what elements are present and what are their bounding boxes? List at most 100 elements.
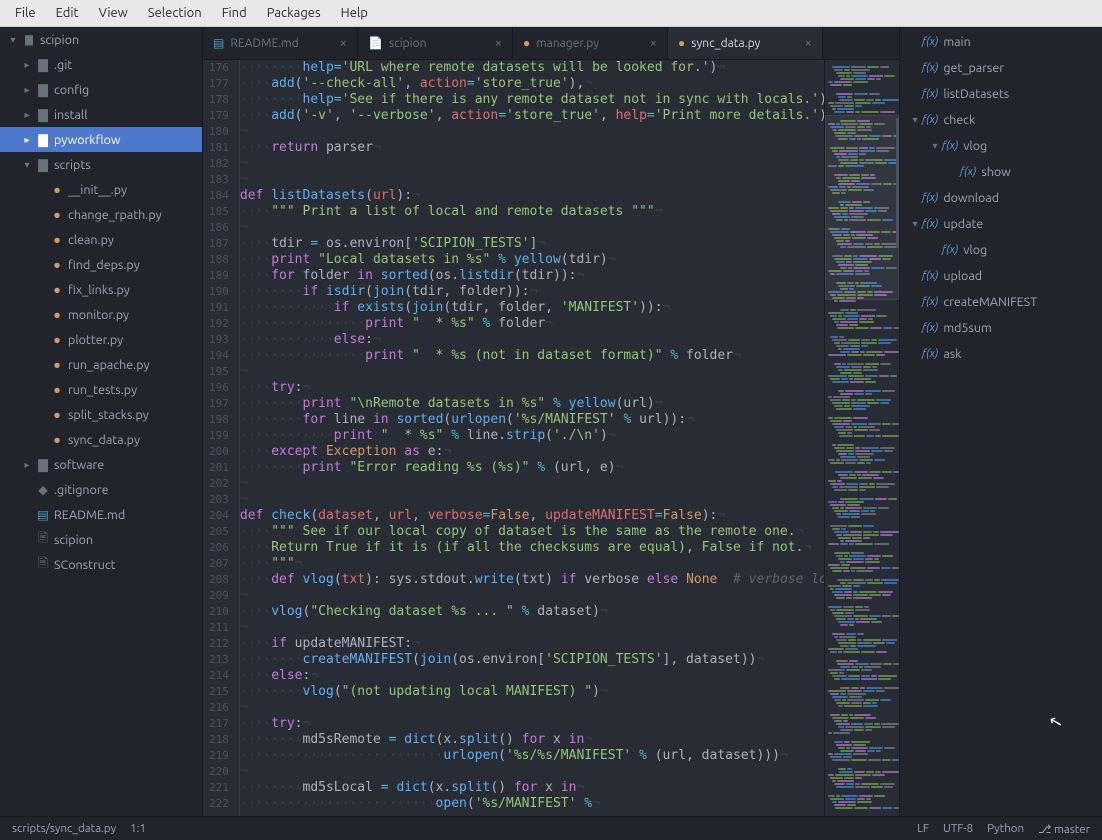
menu-edit[interactable]: Edit bbox=[46, 2, 89, 24]
code-line[interactable]: ¬ bbox=[240, 764, 824, 780]
tree-item-run-tests-py[interactable]: ●run_tests.py bbox=[0, 377, 202, 402]
tree-item-split-stacks-py[interactable]: ●split_stacks.py bbox=[0, 402, 202, 427]
menu-packages[interactable]: Packages bbox=[257, 2, 331, 24]
code-line[interactable]: ········createMANIFEST(join(os.environ['… bbox=[240, 652, 824, 668]
code-line[interactable]: ····for folder in sorted(os.listdir(tdir… bbox=[240, 268, 824, 284]
tree-item-readme-md[interactable]: ▤README.md bbox=[0, 502, 202, 527]
code-line[interactable]: ········print "Error reading %s (%s)" % … bbox=[240, 460, 824, 476]
menu-view[interactable]: View bbox=[89, 2, 138, 24]
tree-item-plotter-py[interactable]: ●plotter.py bbox=[0, 327, 202, 352]
minimap[interactable] bbox=[824, 60, 899, 816]
menu-help[interactable]: Help bbox=[331, 2, 378, 24]
tab-sync-data-py[interactable]: ●sync_data.py× bbox=[668, 27, 823, 59]
code-line[interactable]: ¬ bbox=[240, 620, 824, 636]
code-content[interactable]: ········help='URL where remote datasets … bbox=[240, 60, 824, 816]
code-line[interactable]: ¬ bbox=[240, 476, 824, 492]
tree-item--gitignore[interactable]: ◆.gitignore bbox=[0, 477, 202, 502]
status-language[interactable]: Python bbox=[987, 822, 1024, 835]
tab-readme-md[interactable]: ▤README.md× bbox=[203, 27, 358, 59]
code-line[interactable]: ········if isdir(join(tdir, folder)):¬ bbox=[240, 284, 824, 300]
code-line[interactable]: ················print " * %s (not in dat… bbox=[240, 348, 824, 364]
code-line[interactable]: ····try:¬ bbox=[240, 716, 824, 732]
code-line[interactable]: ········vlog("(not updating local MANIFE… bbox=[240, 684, 824, 700]
close-icon[interactable]: × bbox=[332, 36, 347, 50]
outline-item-vlog[interactable]: f(x)vlog bbox=[900, 237, 1102, 263]
tree-item-config[interactable]: ▸▇config bbox=[0, 77, 202, 102]
code-line[interactable]: ············else:¬ bbox=[240, 332, 824, 348]
code-line[interactable]: ····"""¬ bbox=[240, 556, 824, 572]
code-line[interactable]: ····return parser¬ bbox=[240, 140, 824, 156]
code-line[interactable]: ¬ bbox=[240, 364, 824, 380]
tree-item--init-py[interactable]: ●__init__.py bbox=[0, 177, 202, 202]
code-line[interactable]: ¬ bbox=[240, 156, 824, 172]
code-line[interactable]: ¬ bbox=[240, 124, 824, 140]
code-line[interactable]: ·························open('%s/MANIFE… bbox=[240, 796, 824, 812]
status-cursor-pos[interactable]: 1:1 bbox=[130, 822, 146, 835]
code-line[interactable]: ············if exists(join(tdir, folder,… bbox=[240, 300, 824, 316]
tree-item-scripts[interactable]: ▾▇scripts bbox=[0, 152, 202, 177]
tree-item-software[interactable]: ▸▇software bbox=[0, 452, 202, 477]
status-encoding[interactable]: UTF-8 bbox=[943, 822, 973, 835]
code-line[interactable]: ········md5sRemote = dict(x.split() for … bbox=[240, 732, 824, 748]
status-eol[interactable]: LF bbox=[917, 822, 929, 835]
tree-item-sconstruct[interactable]: 🖹SConstruct bbox=[0, 552, 202, 577]
code-line[interactable]: ····print "Local datasets in %s" % yello… bbox=[240, 252, 824, 268]
code-line[interactable]: ¬ bbox=[240, 492, 824, 508]
file-tree[interactable]: ▾▇scipion▸▇.git▸▇config▸▇install▸▇pywork… bbox=[0, 27, 203, 816]
outline-item-update[interactable]: ▾f(x)update bbox=[900, 211, 1102, 237]
code-line[interactable]: ········help='See if there is any remote… bbox=[240, 92, 824, 108]
code-line[interactable]: ····vlog("Checking dataset %s ... " % da… bbox=[240, 604, 824, 620]
code-line[interactable]: ¬ bbox=[240, 588, 824, 604]
code-line[interactable]: ····tdir = os.environ['SCIPION_TESTS']¬ bbox=[240, 236, 824, 252]
menu-selection[interactable]: Selection bbox=[138, 2, 212, 24]
code-line[interactable]: ····Return True if it is (if all the che… bbox=[240, 540, 824, 556]
outline-item-ask[interactable]: f(x)ask bbox=[900, 341, 1102, 367]
code-line[interactable]: ····else:¬ bbox=[240, 668, 824, 684]
symbol-outline[interactable]: f(x)mainf(x)get_parserf(x)listDatasets▾f… bbox=[899, 27, 1102, 816]
code-line[interactable]: def check(dataset, url, verbose=False, u… bbox=[240, 508, 824, 524]
outline-item-vlog[interactable]: ▾f(x)vlog bbox=[900, 133, 1102, 159]
code-line[interactable]: ····except Exception as e:¬ bbox=[240, 444, 824, 460]
menu-find[interactable]: Find bbox=[212, 2, 257, 24]
code-line[interactable]: ····""" See if our local copy of dataset… bbox=[240, 524, 824, 540]
outline-item-main[interactable]: f(x)main bbox=[900, 29, 1102, 55]
tree-item-change-rpath-py[interactable]: ●change_rpath.py bbox=[0, 202, 202, 227]
code-line[interactable]: ········for line in sorted(urlopen('%s/M… bbox=[240, 412, 824, 428]
tree-item-scipion[interactable]: ▾▇scipion bbox=[0, 27, 202, 52]
code-line[interactable]: ················print " * %s" % folder¬ bbox=[240, 316, 824, 332]
code-line[interactable]: ····try:¬ bbox=[240, 380, 824, 396]
outline-item-upload[interactable]: f(x)upload bbox=[900, 263, 1102, 289]
tree-item-find-deps-py[interactable]: ●find_deps.py bbox=[0, 252, 202, 277]
close-icon[interactable]: × bbox=[797, 36, 812, 50]
tree-item-run-apache-py[interactable]: ●run_apache.py bbox=[0, 352, 202, 377]
code-line[interactable]: ····add('-v', '--verbose', action='store… bbox=[240, 108, 824, 124]
code-line[interactable]: ····""" Print a list of local and remote… bbox=[240, 204, 824, 220]
code-line[interactable]: ········md5sLocal = dict(x.split() for x… bbox=[240, 780, 824, 796]
menu-file[interactable]: File bbox=[5, 2, 46, 24]
tree-item-fix-links-py[interactable]: ●fix_links.py bbox=[0, 277, 202, 302]
close-icon[interactable]: × bbox=[487, 36, 502, 50]
tree-item-clean-py[interactable]: ●clean.py bbox=[0, 227, 202, 252]
outline-item-createMANIFEST[interactable]: f(x)createMANIFEST bbox=[900, 289, 1102, 315]
code-line[interactable]: ············print " * %s" % line.strip('… bbox=[240, 428, 824, 444]
outline-item-check[interactable]: ▾f(x)check bbox=[900, 107, 1102, 133]
outline-item-download[interactable]: f(x)download bbox=[900, 185, 1102, 211]
tree-item-pyworkflow[interactable]: ▸▇pyworkflow bbox=[0, 127, 202, 152]
code-line[interactable]: ¬ bbox=[240, 700, 824, 716]
minimap-viewport[interactable] bbox=[825, 115, 899, 300]
tree-item-sync-data-py[interactable]: ●sync_data.py bbox=[0, 427, 202, 452]
code-line[interactable]: ····if updateMANIFEST:¬ bbox=[240, 636, 824, 652]
code-line[interactable]: ¬ bbox=[240, 220, 824, 236]
tab-manager-py[interactable]: ●manager.py× bbox=[513, 27, 668, 59]
tree-item-scipion[interactable]: 🖹scipion bbox=[0, 527, 202, 552]
tree-item-monitor-py[interactable]: ●monitor.py bbox=[0, 302, 202, 327]
outline-item-get_parser[interactable]: f(x)get_parser bbox=[900, 55, 1102, 81]
tree-item--git[interactable]: ▸▇.git bbox=[0, 52, 202, 77]
code-line[interactable]: ········print "\nRemote datasets in %s" … bbox=[240, 396, 824, 412]
code-line[interactable]: ····def vlog(txt): sys.stdout.write(txt)… bbox=[240, 572, 824, 588]
code-line[interactable]: ····add('--check-all', action='store_tru… bbox=[240, 76, 824, 92]
code-line[interactable]: def listDatasets(url):¬ bbox=[240, 188, 824, 204]
code-line[interactable]: ¬ bbox=[240, 172, 824, 188]
outline-item-show[interactable]: f(x)show bbox=[900, 159, 1102, 185]
code-line[interactable]: ········help='URL where remote datasets … bbox=[240, 60, 824, 76]
